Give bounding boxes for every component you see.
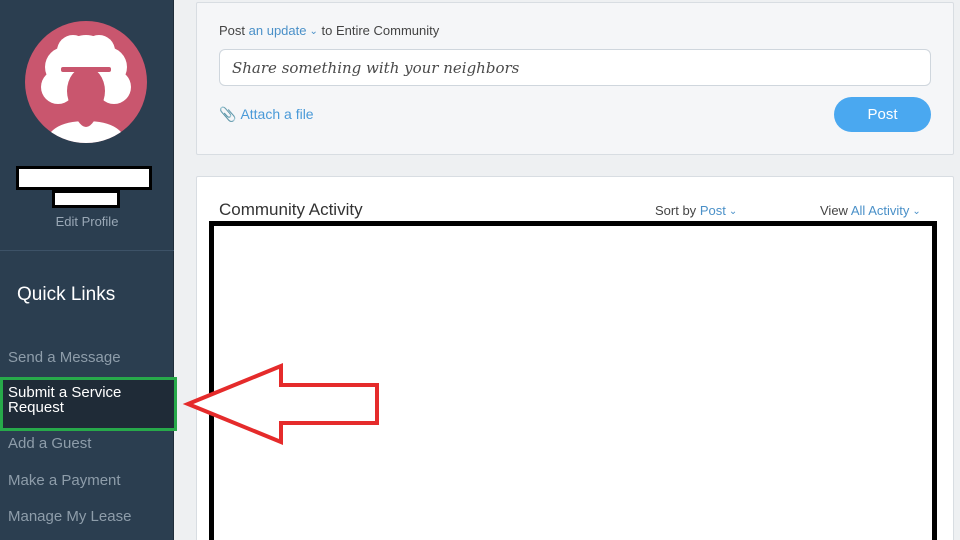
post-audience: to Entire Community (321, 23, 440, 38)
attach-file-label: Attach a file (240, 106, 314, 122)
redacted-name-block-2 (52, 190, 120, 208)
quick-links-title: Quick Links (17, 284, 116, 305)
chevron-down-icon: ⌄ (912, 206, 921, 217)
redacted-name-block (16, 166, 152, 190)
post-type-label: an update (248, 23, 307, 38)
view-value[interactable]: All Activity (851, 203, 910, 218)
sort-by-control[interactable]: Sort by Post ⌄ (655, 203, 737, 218)
share-input[interactable] (219, 49, 931, 86)
sidebar: Edit Profile Quick Links Send a Message … (0, 0, 177, 540)
post-type-dropdown[interactable]: an update ⌄ (249, 23, 318, 38)
sidebar-divider (0, 250, 174, 251)
attach-file-link[interactable]: 📎 Attach a file (219, 106, 314, 123)
view-filter-control[interactable]: View All Activity ⌄ (820, 203, 921, 218)
paperclip-icon: 📎 (219, 106, 237, 122)
chevron-down-icon: ⌄ (309, 26, 318, 37)
view-label: View (820, 203, 848, 218)
sort-by-value[interactable]: Post (700, 203, 726, 218)
chevron-down-icon: ⌄ (728, 206, 738, 217)
sort-by-label: Sort by (655, 203, 697, 218)
pointer-arrow-icon (182, 363, 379, 445)
post-prefix: Post (219, 23, 246, 38)
post-button[interactable]: Post (834, 97, 931, 132)
quick-link-send-message[interactable]: Send a Message (8, 350, 121, 365)
user-silhouette-icon (41, 35, 131, 143)
activity-title: Community Activity (219, 200, 363, 219)
quick-link-manage-lease[interactable]: Manage My Lease (8, 509, 131, 524)
avatar[interactable] (25, 21, 147, 143)
edit-profile-link[interactable]: Edit Profile (0, 214, 174, 229)
quick-link-add-guest[interactable]: Add a Guest (8, 436, 91, 451)
post-type-line: Post an update ⌄ to Entire Community (219, 23, 439, 38)
quick-link-make-payment[interactable]: Make a Payment (8, 473, 121, 488)
post-composer: Post an update⌄ to Entire Community 📎Att… (196, 2, 954, 155)
quick-link-submit-service-request[interactable]: Submit a Service Request (8, 385, 148, 415)
